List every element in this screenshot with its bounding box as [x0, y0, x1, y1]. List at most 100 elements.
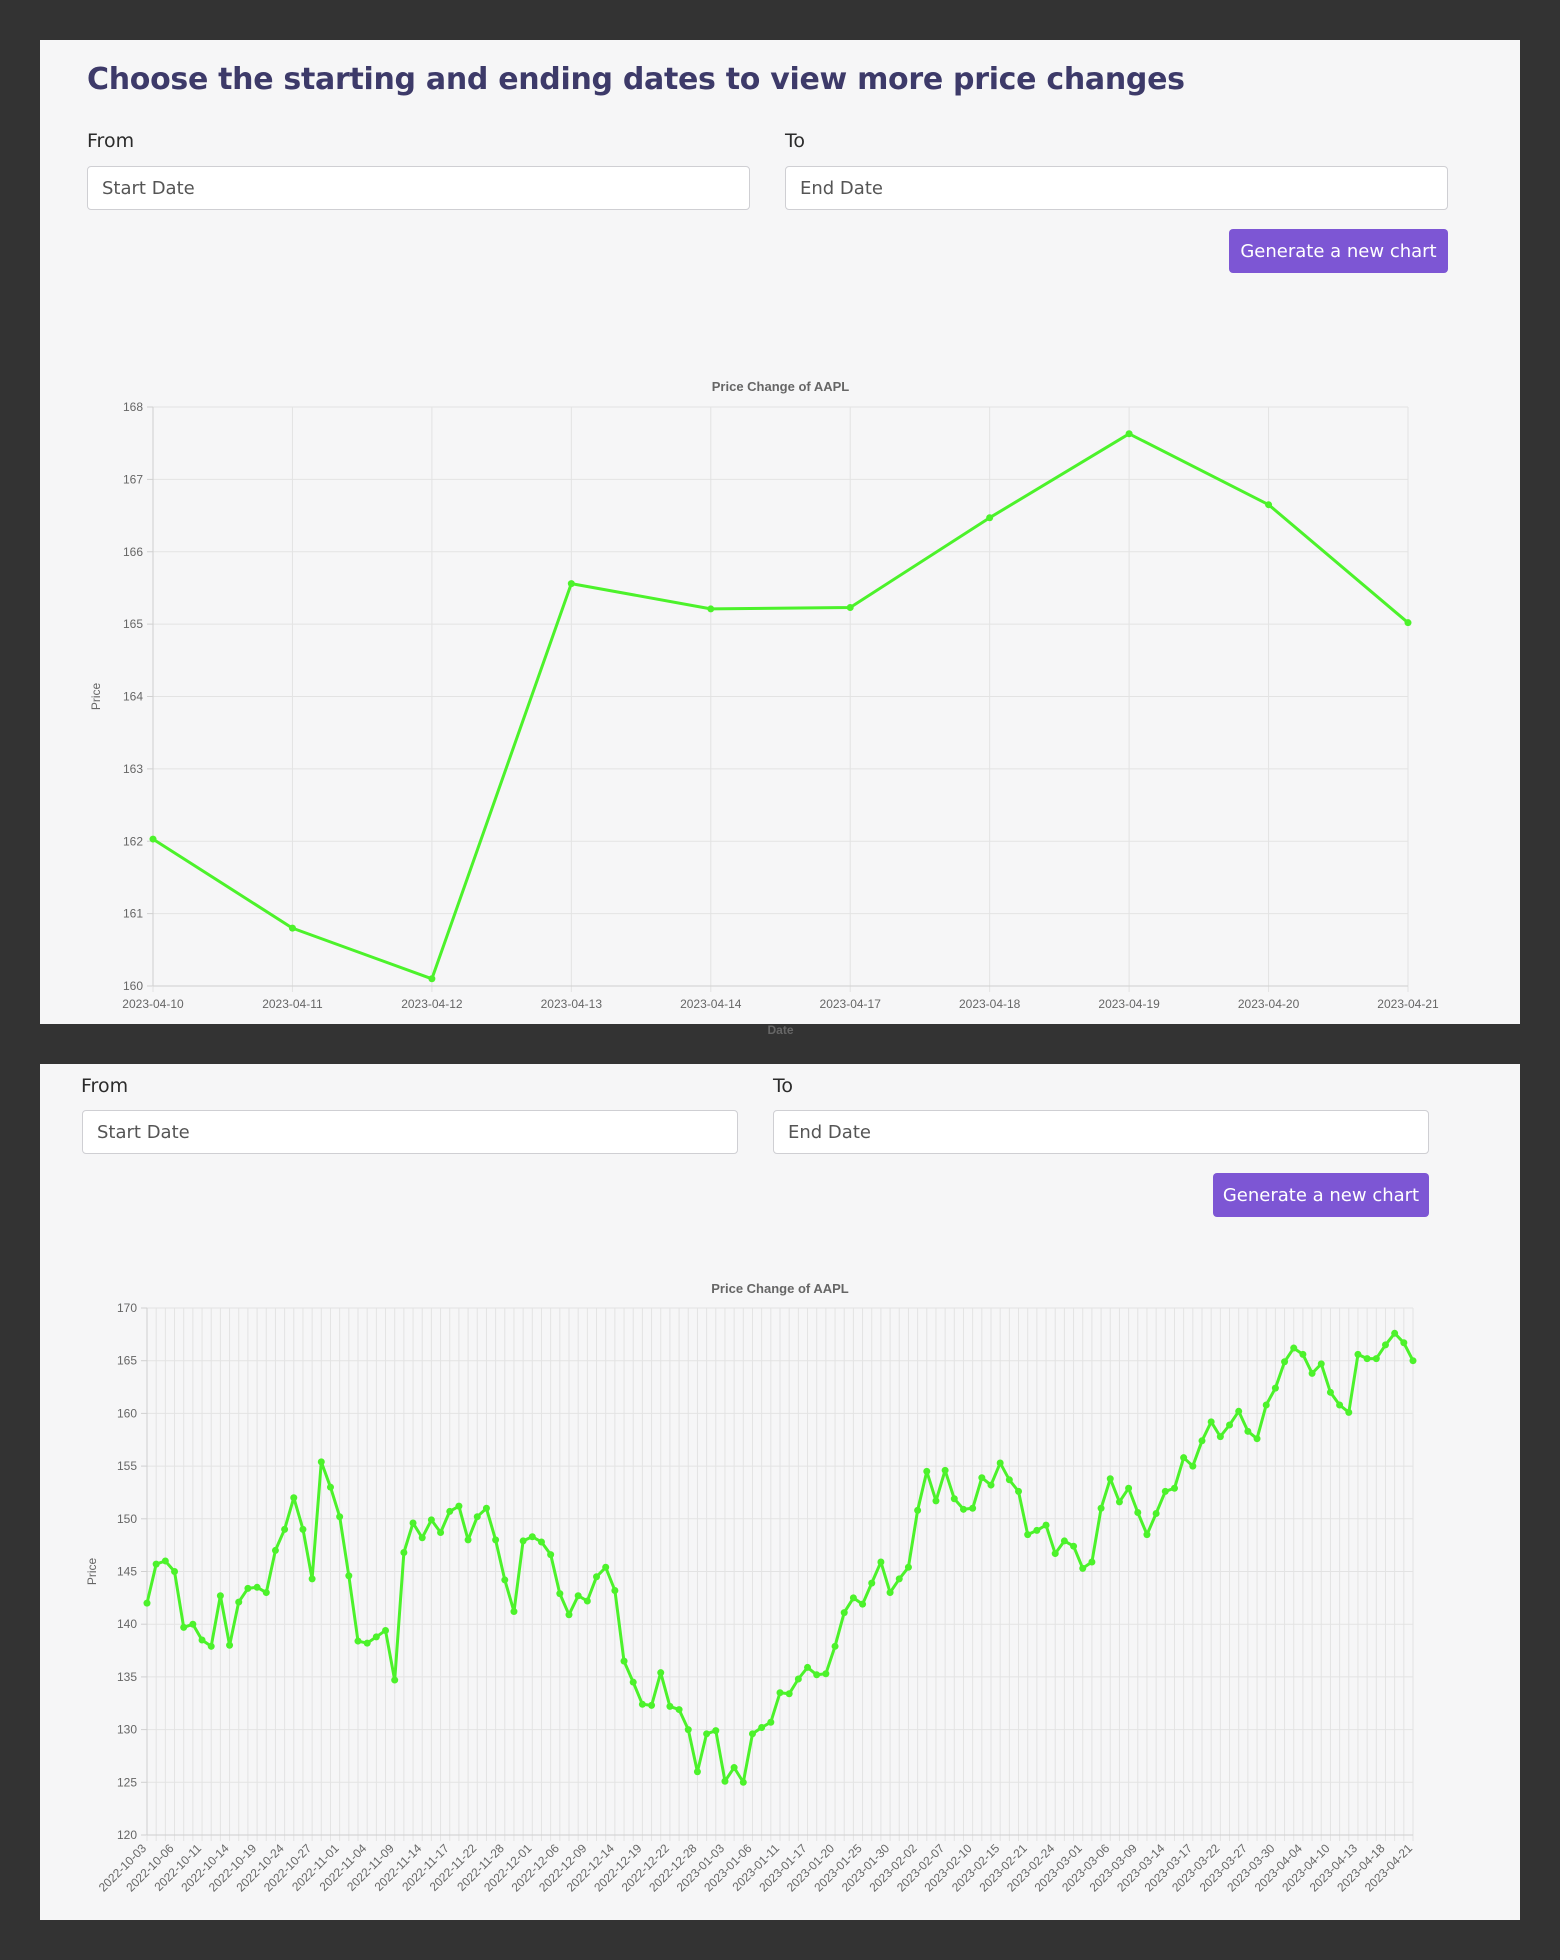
- data-point: [336, 1513, 344, 1521]
- generate-chart-button[interactable]: Generate a new chart: [1229, 229, 1448, 273]
- data-point: [666, 1702, 674, 1710]
- data-point: [859, 1600, 867, 1608]
- data-point: [1060, 1537, 1068, 1545]
- x-tick-label: 2023-04-12: [401, 997, 463, 1011]
- data-point: [886, 1589, 894, 1597]
- data-point: [849, 1594, 857, 1602]
- data-point: [1216, 1433, 1224, 1441]
- data-point: [262, 1589, 270, 1597]
- data-point: [1381, 1341, 1389, 1349]
- data-point: [785, 1690, 793, 1698]
- data-point: [326, 1483, 334, 1491]
- data-point: [831, 1642, 839, 1650]
- data-point: [1079, 1564, 1087, 1572]
- y-tick-label: 165: [117, 1354, 137, 1368]
- data-point: [1125, 1484, 1133, 1492]
- data-point: [767, 1718, 775, 1726]
- data-point: [1354, 1350, 1362, 1358]
- data-point: [620, 1657, 628, 1665]
- bottom-panel: From To Generate a new chart Price Chang…: [40, 1064, 1520, 1920]
- y-tick-label: 160: [123, 979, 143, 993]
- x-tick-label: 2023-04-13: [541, 997, 603, 1011]
- data-point: [400, 1549, 408, 1557]
- data-point: [198, 1636, 206, 1644]
- data-point: [473, 1513, 481, 1521]
- data-point: [299, 1525, 307, 1533]
- data-point: [1409, 1357, 1417, 1365]
- start-date-input[interactable]: [82, 1110, 738, 1154]
- data-point: [1143, 1531, 1151, 1539]
- data-point: [455, 1502, 463, 1510]
- data-point: [281, 1525, 289, 1533]
- start-date-input[interactable]: [87, 166, 750, 210]
- data-point: [748, 1730, 756, 1738]
- y-tick-label: 120: [117, 1828, 137, 1842]
- data-point: [629, 1678, 637, 1686]
- data-point: [464, 1536, 472, 1544]
- data-point: [813, 1671, 821, 1679]
- data-point: [345, 1572, 353, 1580]
- data-point: [693, 1768, 701, 1776]
- data-point: [391, 1676, 399, 1684]
- data-point: [1326, 1388, 1334, 1396]
- y-axis-title: Price: [85, 1558, 99, 1586]
- data-point: [1180, 1454, 1188, 1462]
- data-point: [1308, 1369, 1316, 1377]
- data-point: [382, 1627, 390, 1635]
- data-point: [1033, 1526, 1041, 1534]
- y-tick-label: 155: [117, 1459, 137, 1473]
- data-point: [565, 1611, 573, 1619]
- x-tick-label: 2023-04-11: [262, 997, 323, 1011]
- data-point: [657, 1669, 665, 1677]
- data-point: [372, 1633, 380, 1641]
- data-point: [528, 1533, 536, 1541]
- data-point: [914, 1506, 922, 1514]
- data-point: [446, 1507, 454, 1515]
- data-point: [959, 1505, 967, 1513]
- data-point: [1070, 1542, 1078, 1550]
- y-tick-label: 170: [117, 1301, 137, 1315]
- from-label: From: [81, 1075, 129, 1097]
- data-point: [180, 1623, 188, 1631]
- data-point: [611, 1586, 619, 1594]
- top-panel: Choose the starting and ending dates to …: [40, 40, 1520, 1037]
- data-point: [1106, 1475, 1114, 1483]
- data-point: [1170, 1484, 1178, 1492]
- y-tick-label: 168: [123, 400, 143, 414]
- data-point: [932, 1497, 940, 1505]
- generate-chart-button[interactable]: Generate a new chart: [1213, 1173, 1429, 1217]
- data-point: [987, 1481, 995, 1489]
- data-point: [149, 835, 157, 843]
- y-tick-label: 161: [123, 907, 143, 921]
- data-point: [1024, 1531, 1032, 1539]
- data-point: [804, 1663, 812, 1671]
- data-point: [739, 1778, 747, 1786]
- data-point: [547, 1551, 555, 1559]
- data-point: [427, 1516, 435, 1524]
- data-point: [840, 1609, 848, 1617]
- page-heading: Choose the starting and ending dates to …: [87, 62, 1185, 97]
- y-tick-label: 165: [123, 617, 143, 631]
- data-point: [996, 1459, 1004, 1467]
- data-point: [1134, 1508, 1142, 1516]
- end-date-input[interactable]: [785, 166, 1448, 210]
- data-point: [1336, 1401, 1344, 1409]
- data-point: [593, 1573, 601, 1581]
- data-point: [986, 514, 994, 522]
- data-point: [1125, 430, 1133, 438]
- data-point: [519, 1537, 527, 1545]
- x-tick-label: 2023-04-19: [1098, 997, 1160, 1011]
- data-point: [822, 1670, 830, 1678]
- data-point: [567, 580, 575, 588]
- data-point: [868, 1579, 876, 1587]
- data-point: [1042, 1521, 1050, 1529]
- data-point: [794, 1675, 802, 1683]
- end-date-input[interactable]: [773, 1110, 1429, 1154]
- data-point: [226, 1641, 234, 1649]
- data-point: [1290, 1344, 1298, 1352]
- data-point: [1244, 1427, 1252, 1435]
- x-tick-label: 2023-04-20: [1238, 997, 1300, 1011]
- y-tick-label: 135: [117, 1670, 137, 1684]
- chart-title: Price Change of AAPL: [712, 379, 850, 394]
- data-point: [1271, 1384, 1279, 1392]
